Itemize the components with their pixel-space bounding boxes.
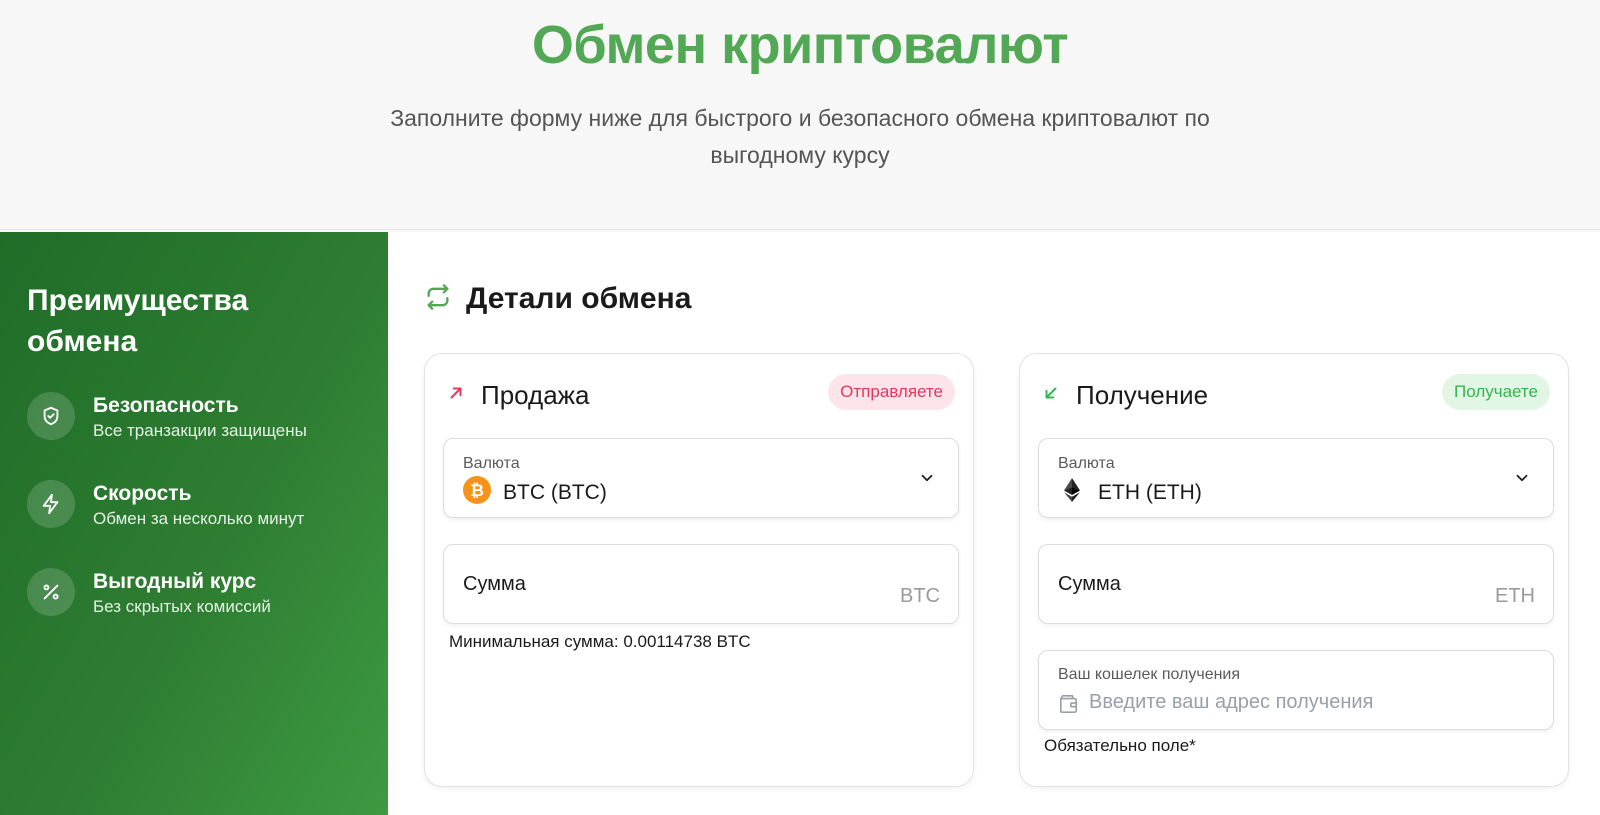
receive-title: Получение <box>1076 380 1209 410</box>
advantage-speed: Скорость Обмен за несколько минут <box>27 480 367 540</box>
sell-currency-text: BTC (BTC) <box>503 481 607 504</box>
currency-value: ETH (ETH) <box>1058 476 1202 510</box>
wallet-label: Ваш кошелек получения <box>1058 666 1241 683</box>
page-header: Обмен криптовалют Заполните форму ниже д… <box>0 0 1600 230</box>
advantage-security: Безопасность Все транзакции защищены <box>27 392 367 452</box>
wallet-icon <box>1058 694 1080 719</box>
receive-card-header: Получение <box>1042 380 1208 411</box>
receive-card: Получение Получаете Валюта ETH (ETH) Сум… <box>1019 353 1569 787</box>
exchange-arrows-icon <box>424 283 452 316</box>
send-badge: Отправляете <box>828 374 955 410</box>
advantage-desc: Без скрытых комиссий <box>93 597 271 616</box>
sell-card-header: Продажа <box>447 380 590 411</box>
page-title: Обмен криптовалют <box>531 15 1069 75</box>
page-subtitle: Заполните форму ниже для быстрого и безо… <box>390 105 1210 168</box>
amount-unit: BTC <box>900 585 940 607</box>
sell-card: Продажа Отправляете Валюта ₿ BTC (BTC) С… <box>424 353 974 787</box>
receive-badge: Получаете <box>1442 374 1550 410</box>
sell-title: Продажа <box>481 380 590 410</box>
currency-label: Валюта <box>1058 455 1115 472</box>
section-header: Детали обмена <box>424 282 691 316</box>
section-title: Детали обмена <box>466 282 692 315</box>
arrow-down-left-icon <box>1042 384 1060 407</box>
bitcoin-icon: ₿ <box>463 476 491 510</box>
advantage-rate: Выгодный курс Без скрытых комиссий <box>27 568 367 628</box>
advantage-title: Выгодный курс <box>93 570 257 593</box>
exchange-form: Детали обмена Продажа Отправляете Валюта… <box>388 232 1600 815</box>
lightning-icon <box>27 480 75 528</box>
receive-currency-text: ETH (ETH) <box>1098 481 1202 504</box>
chevron-down-icon[interactable] <box>918 469 936 492</box>
min-amount-note: Минимальная сумма: 0.00114738 BTC <box>449 632 751 651</box>
amount-label: Сумма <box>463 573 526 595</box>
amount-unit: ETH <box>1495 585 1535 607</box>
percent-icon <box>27 568 75 616</box>
advantage-title: Скорость <box>93 482 192 505</box>
advantages-panel: Преимущества обмена Безопасность Все тра… <box>0 232 388 815</box>
wallet-address-input[interactable] <box>1089 687 1529 717</box>
required-note: Обязательно поле* <box>1044 736 1196 755</box>
receive-amount-input[interactable]: Сумма ETH <box>1038 544 1554 624</box>
wallet-address-field[interactable]: Ваш кошелек получения <box>1038 650 1554 730</box>
arrow-up-right-icon <box>447 384 465 407</box>
shield-icon <box>27 392 75 440</box>
sell-amount-input[interactable]: Сумма BTC <box>443 544 959 624</box>
advantages-title: Преимущества обмена <box>27 284 249 358</box>
currency-value: ₿ BTC (BTC) <box>463 476 607 510</box>
advantage-desc: Обмен за несколько минут <box>93 509 305 528</box>
chevron-down-icon[interactable] <box>1513 469 1531 492</box>
currency-label: Валюта <box>463 455 520 472</box>
amount-label: Сумма <box>1058 573 1121 595</box>
advantage-title: Безопасность <box>93 394 239 417</box>
ethereum-icon <box>1058 476 1086 510</box>
receive-currency-select[interactable]: Валюта ETH (ETH) <box>1038 438 1554 518</box>
sell-currency-select[interactable]: Валюта ₿ BTC (BTC) <box>443 438 959 518</box>
advantage-desc: Все транзакции защищены <box>93 421 307 440</box>
svg-text:₿: ₿ <box>470 481 484 501</box>
